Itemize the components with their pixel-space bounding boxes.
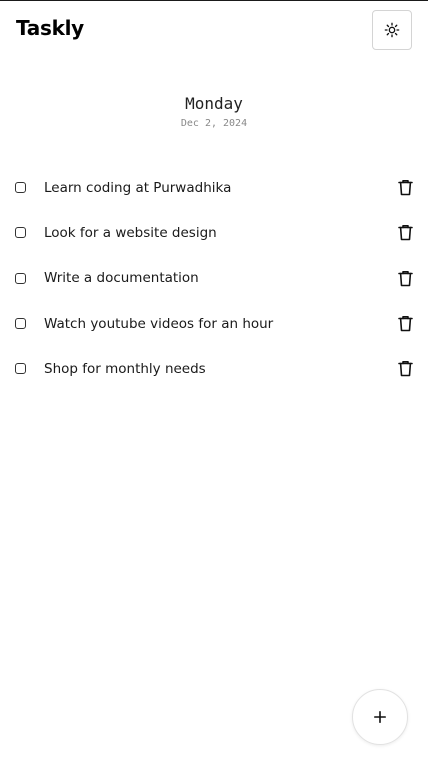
delete-task-button[interactable] <box>397 179 413 197</box>
task-item: Look for a website design <box>0 210 428 255</box>
sun-icon <box>384 22 400 38</box>
task-checkbox[interactable] <box>15 272 26 284</box>
task-list: Learn coding at Purwadhika Look for a we… <box>0 165 428 391</box>
task-label[interactable]: Look for a website design <box>44 225 217 241</box>
delete-task-button[interactable] <box>397 315 413 333</box>
delete-task-button[interactable] <box>397 224 413 242</box>
trash-icon <box>397 225 413 241</box>
plus-icon <box>374 711 386 723</box>
task-checkbox[interactable] <box>15 182 26 194</box>
trash-icon <box>397 316 413 332</box>
trash-icon <box>397 361 413 377</box>
task-item: Shop for monthly needs <box>0 346 428 391</box>
task-label[interactable]: Learn coding at Purwadhika <box>44 180 231 196</box>
task-item: Watch youtube videos for an hour <box>0 301 428 346</box>
delete-task-button[interactable] <box>397 269 413 287</box>
trash-icon <box>397 180 413 196</box>
task-label[interactable]: Write a documentation <box>44 270 199 286</box>
task-checkbox[interactable] <box>15 227 26 239</box>
day-heading: Monday Dec 2, 2024 <box>0 94 428 131</box>
task-label[interactable]: Watch youtube videos for an hour <box>44 316 273 332</box>
delete-task-button[interactable] <box>397 360 413 378</box>
task-checkbox[interactable] <box>15 318 26 330</box>
task-item: Learn coding at Purwadhika <box>0 165 428 210</box>
day-date: Dec 2, 2024 <box>180 118 248 129</box>
trash-icon <box>397 270 413 287</box>
add-task-button[interactable] <box>352 689 408 745</box>
day-name: Monday <box>185 94 243 113</box>
task-checkbox[interactable] <box>15 363 26 375</box>
app-title: Taskly <box>16 16 84 40</box>
theme-toggle-button[interactable] <box>372 10 412 50</box>
task-item: Write a documentation <box>0 256 428 301</box>
app-header: Taskly <box>16 9 412 51</box>
task-label[interactable]: Shop for monthly needs <box>44 361 206 377</box>
